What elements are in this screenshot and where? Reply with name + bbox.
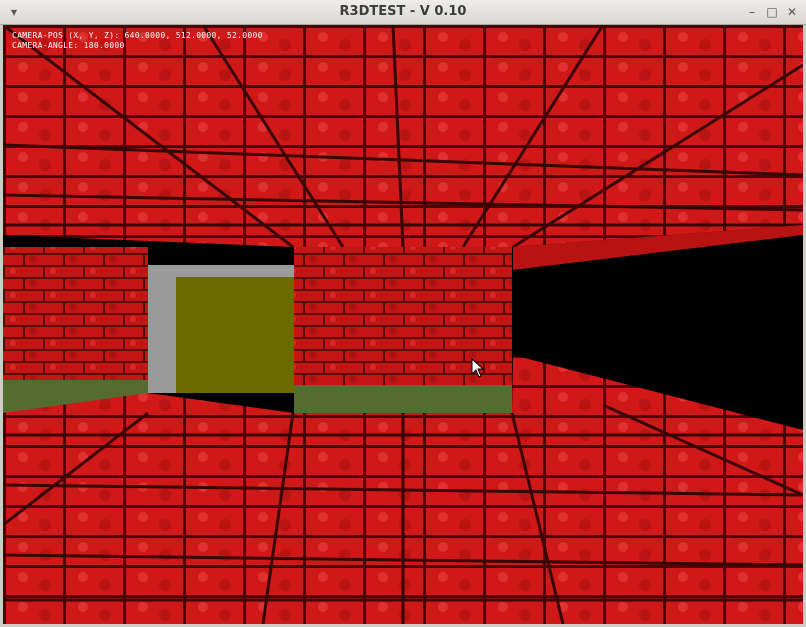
window-title: R3DTEST - V 0.10 (339, 4, 467, 19)
3d-scene (3, 25, 803, 624)
title-bar[interactable]: ▾ R3DTEST - V 0.10 – □ ✕ (0, 0, 806, 25)
grass-front (294, 385, 512, 413)
minimize-icon[interactable]: – (744, 4, 760, 20)
door (176, 277, 294, 393)
game-viewport[interactable]: CAMERA-POS (X, Y, Z): 640.0000, 512.0000… (3, 25, 803, 624)
mouse-cursor-icon (471, 358, 485, 378)
camera-angle-readout: CAMERA-ANGLE: 180.0000 (12, 41, 125, 50)
maximize-icon[interactable]: □ (764, 4, 780, 20)
camera-pos-readout: CAMERA-POS (X, Y, Z): 640.0000, 512.0000… (12, 31, 263, 40)
game-window: ▾ R3DTEST - V 0.10 – □ ✕ CAMERA-POS (X, … (0, 0, 806, 627)
close-icon[interactable]: ✕ (784, 4, 800, 20)
